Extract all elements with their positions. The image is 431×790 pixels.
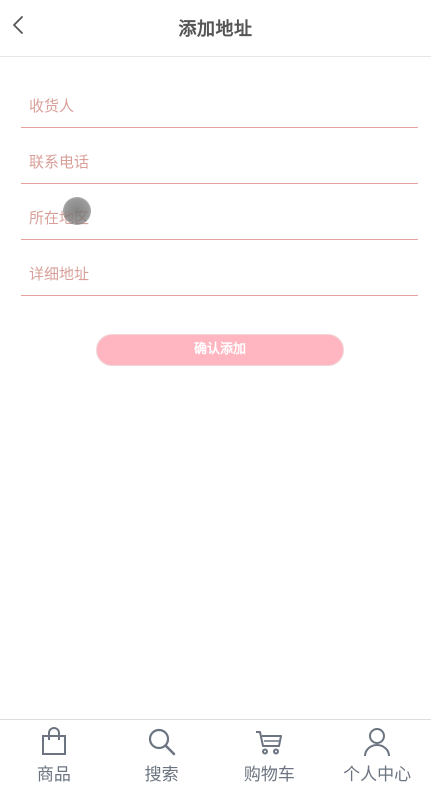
- header-bar: 添加地址: [0, 0, 431, 57]
- search-icon: [148, 728, 175, 756]
- tab-search[interactable]: 搜索: [108, 720, 216, 790]
- shopping-bag-icon: [41, 727, 66, 755]
- page-title: 添加地址: [178, 19, 253, 40]
- user-icon: [364, 728, 391, 757]
- bottom-tab-bar: 商品 搜索 购物车 个人中心: [0, 719, 431, 790]
- tab-search-label: 搜索: [144, 765, 179, 785]
- tab-profile[interactable]: 个人中心: [323, 720, 431, 790]
- tab-products-label: 商品: [36, 765, 71, 785]
- address-input[interactable]: [29, 265, 399, 283]
- cart-icon: [256, 731, 283, 755]
- address-form: [21, 74, 418, 297]
- tab-profile-label: 个人中心: [343, 765, 412, 785]
- recipient-input[interactable]: [29, 97, 399, 115]
- recipient-field: [21, 74, 418, 128]
- add-address-page: 添加地址 确认添加 商品 搜索: [0, 0, 431, 790]
- touch-indicator: [63, 197, 91, 225]
- confirm-add-button[interactable]: 确认添加: [96, 334, 344, 366]
- phone-field: [21, 129, 418, 184]
- tab-cart-label: 购物车: [243, 765, 295, 785]
- tab-cart[interactable]: 购物车: [216, 720, 324, 790]
- tab-products[interactable]: 商品: [0, 720, 108, 790]
- address-field: [21, 241, 418, 296]
- phone-input[interactable]: [29, 153, 399, 171]
